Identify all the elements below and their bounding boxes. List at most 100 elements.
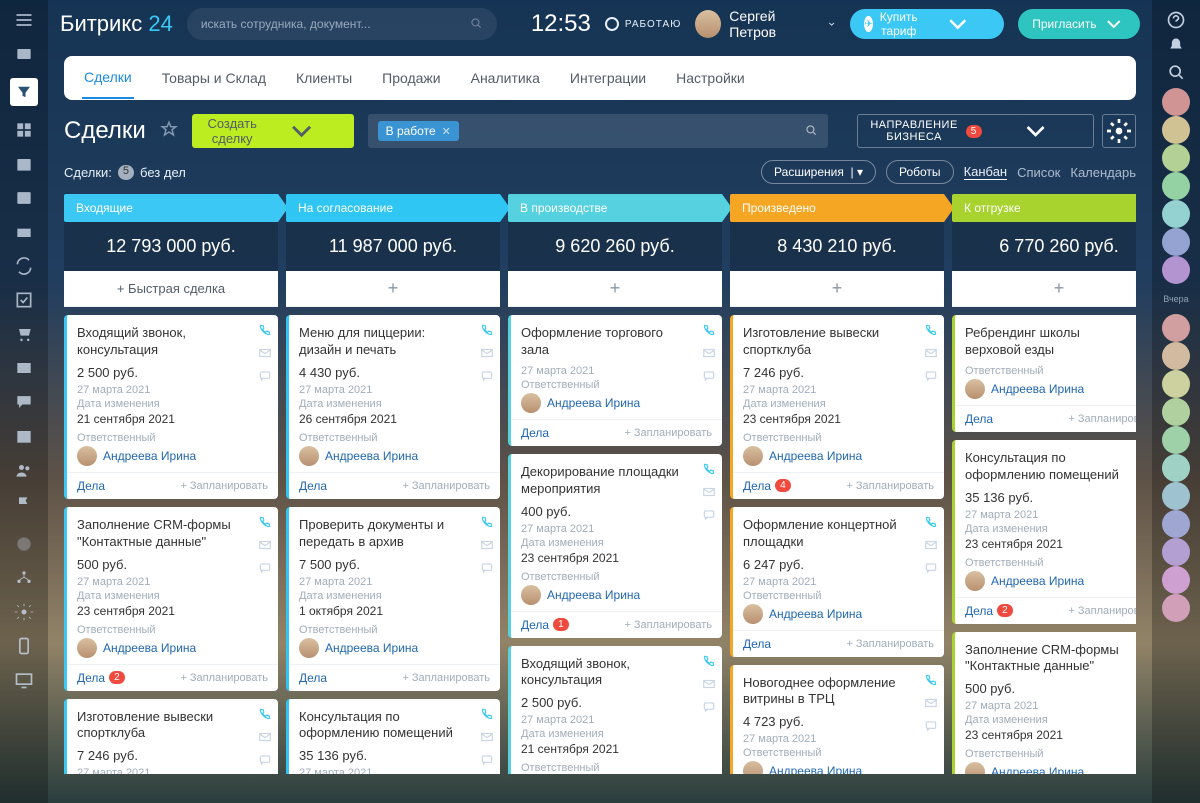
quick-add[interactable]: + bbox=[730, 271, 944, 307]
presence-avatar[interactable] bbox=[1162, 398, 1190, 426]
card-responsible[interactable]: Андреева Ирина bbox=[299, 638, 490, 658]
card-tasks[interactable]: Дела 1 bbox=[521, 618, 569, 632]
presence-avatar[interactable] bbox=[1162, 426, 1190, 454]
card-responsible[interactable]: Андреева Ирина bbox=[743, 761, 934, 774]
tree-icon[interactable] bbox=[14, 568, 34, 588]
deal-card[interactable]: Меню для пиццерии: дизайн и печать4 430 … bbox=[286, 315, 500, 499]
chat-icon[interactable] bbox=[258, 561, 272, 578]
card-tasks[interactable]: Дела bbox=[521, 426, 549, 440]
card-plan[interactable]: + Запланировать bbox=[624, 427, 712, 439]
bell-icon[interactable] bbox=[1166, 36, 1186, 56]
chat-icon[interactable] bbox=[702, 508, 716, 525]
presence-avatar[interactable] bbox=[1162, 256, 1190, 284]
chat-icon[interactable] bbox=[258, 369, 272, 386]
collapse-icon[interactable] bbox=[14, 534, 34, 554]
cart-icon[interactable] bbox=[14, 324, 34, 344]
tab-5[interactable]: Интеграции bbox=[568, 58, 648, 98]
tab-0[interactable]: Сделки bbox=[82, 57, 134, 99]
card-tasks[interactable]: Дела 2 bbox=[77, 671, 125, 685]
box-icon[interactable] bbox=[14, 222, 34, 242]
presence-avatar[interactable] bbox=[1162, 510, 1190, 538]
mobile-icon[interactable] bbox=[14, 636, 34, 656]
card-plan[interactable]: + Запланировать bbox=[402, 672, 490, 684]
contact-icon[interactable] bbox=[14, 188, 34, 208]
quick-add[interactable]: + bbox=[508, 271, 722, 307]
mail-icon[interactable] bbox=[258, 730, 272, 747]
grid-icon[interactable] bbox=[14, 120, 34, 140]
invite-button[interactable]: Пригласить bbox=[1018, 9, 1140, 39]
card-tasks[interactable]: Дела bbox=[299, 671, 327, 685]
filter-chip[interactable]: В работе✕ bbox=[378, 121, 459, 141]
chat-icon[interactable] bbox=[702, 369, 716, 386]
deal-card[interactable]: Консультация по оформлению помещений35 1… bbox=[286, 699, 500, 774]
tab-6[interactable]: Настройки bbox=[674, 58, 747, 98]
card-plan[interactable]: + Запланировать bbox=[1068, 605, 1136, 617]
phone-icon[interactable] bbox=[258, 323, 272, 340]
card-responsible[interactable]: Андреева Ирина bbox=[743, 446, 934, 466]
mail-icon[interactable] bbox=[480, 730, 494, 747]
phone-icon[interactable] bbox=[924, 323, 938, 340]
card-tasks[interactable]: Дела bbox=[299, 479, 327, 493]
presence-avatar[interactable] bbox=[1162, 144, 1190, 172]
deal-card[interactable]: Изготовление вывески спортклуба7 246 руб… bbox=[64, 699, 278, 774]
search-icon[interactable] bbox=[1166, 62, 1186, 82]
card-responsible[interactable]: Андреева Ирина bbox=[521, 585, 712, 605]
phone-icon[interactable] bbox=[480, 323, 494, 340]
phone-icon[interactable] bbox=[924, 673, 938, 690]
deal-card[interactable]: Входящий звонок, консультация2 500 руб.2… bbox=[508, 646, 722, 774]
tab-3[interactable]: Продажи bbox=[380, 58, 442, 98]
chat-icon[interactable] bbox=[480, 561, 494, 578]
phone-icon[interactable] bbox=[702, 654, 716, 671]
working-status[interactable]: РАБОТАЮ bbox=[605, 17, 681, 31]
card-tasks[interactable]: Дела 2 bbox=[965, 604, 1013, 618]
column-header[interactable]: Произведено bbox=[730, 194, 944, 222]
column-header[interactable]: Входящие bbox=[64, 194, 278, 222]
deal-card[interactable]: Оформление торгового зала27 марта 2021От… bbox=[508, 315, 722, 446]
card-plan[interactable]: + Запланировать bbox=[846, 480, 934, 492]
presence-avatar[interactable] bbox=[1162, 538, 1190, 566]
deal-card[interactable]: Оформление концертной площадки6 247 руб.… bbox=[730, 507, 944, 657]
presence-avatar[interactable] bbox=[1162, 566, 1190, 594]
mail-icon[interactable] bbox=[258, 346, 272, 363]
chat-icon[interactable] bbox=[480, 753, 494, 770]
phone-icon[interactable] bbox=[258, 515, 272, 532]
chat-icon[interactable] bbox=[924, 719, 938, 736]
chat-icon[interactable] bbox=[702, 700, 716, 717]
deal-card[interactable]: Входящий звонок, консультация2 500 руб.2… bbox=[64, 315, 278, 499]
presence-avatar[interactable] bbox=[1162, 594, 1190, 622]
tab-4[interactable]: Аналитика bbox=[469, 58, 542, 98]
presence-avatar[interactable] bbox=[1162, 342, 1190, 370]
deal-card[interactable]: Новогоднее оформление витрины в ТРЦ4 723… bbox=[730, 665, 944, 774]
column-header[interactable]: На согласование bbox=[286, 194, 500, 222]
presence-avatar[interactable] bbox=[1162, 314, 1190, 342]
global-search[interactable]: искать сотрудника, документ... bbox=[187, 8, 497, 40]
card-plan[interactable]: + Запланировать bbox=[180, 672, 268, 684]
phone-icon[interactable] bbox=[924, 515, 938, 532]
deal-card[interactable]: Изготовление вывески спортклуба7 246 руб… bbox=[730, 315, 944, 499]
card-responsible[interactable]: Андреева Ирина bbox=[965, 379, 1136, 399]
chat-icon[interactable] bbox=[14, 392, 34, 412]
tab-2[interactable]: Клиенты bbox=[294, 58, 354, 98]
date-icon[interactable] bbox=[14, 426, 34, 446]
presence-avatar[interactable] bbox=[1162, 172, 1190, 200]
card-responsible[interactable]: Андреева Ирина bbox=[77, 446, 268, 466]
card-tasks[interactable]: Дела bbox=[965, 412, 993, 426]
extensions-button[interactable]: Расширения | ▾ bbox=[761, 160, 876, 184]
phone-icon[interactable] bbox=[480, 707, 494, 724]
mail-icon[interactable] bbox=[702, 677, 716, 694]
deal-card[interactable]: Ребрендинг школы верховой ездыОтветствен… bbox=[952, 315, 1136, 432]
deal-card[interactable]: Заполнение CRM-формы "Контактные данные"… bbox=[952, 632, 1136, 774]
filter-search[interactable]: В работе✕ bbox=[368, 114, 828, 148]
logo[interactable]: Битрикс 24 bbox=[60, 11, 173, 37]
user-menu[interactable]: Сергей Петров bbox=[695, 8, 836, 40]
card-responsible[interactable]: Андреева Ирина bbox=[965, 571, 1136, 591]
mail-icon[interactable] bbox=[480, 538, 494, 555]
view-calendar[interactable]: Календарь bbox=[1070, 165, 1136, 180]
calendar-icon[interactable] bbox=[14, 154, 34, 174]
quick-add[interactable]: + bbox=[286, 271, 500, 307]
flag-icon[interactable] bbox=[14, 494, 34, 514]
card-tasks[interactable]: Дела 4 bbox=[743, 479, 791, 493]
mail-icon[interactable] bbox=[924, 696, 938, 713]
deal-card[interactable]: Проверить документы и передать в архив7 … bbox=[286, 507, 500, 691]
column-header[interactable]: В производстве bbox=[508, 194, 722, 222]
